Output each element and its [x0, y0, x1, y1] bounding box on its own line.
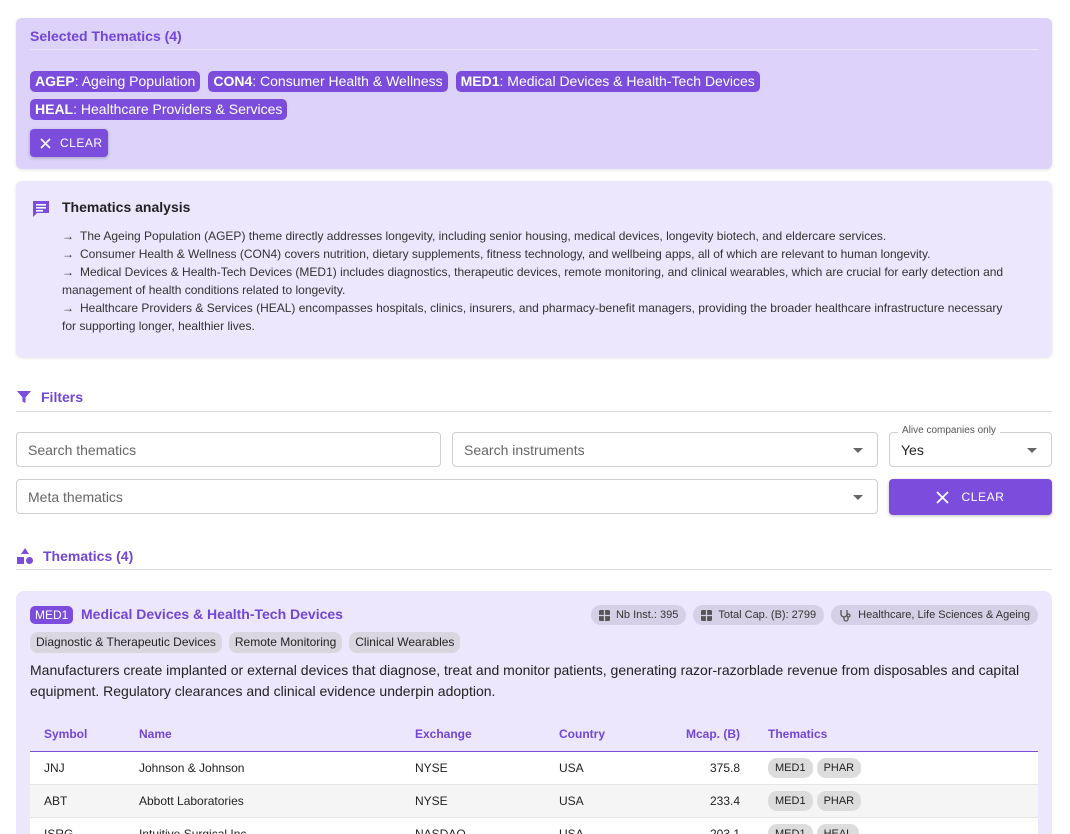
thematic-chip[interactable]: PHAR — [816, 790, 862, 811]
selected-thematics-title: Selected Thematics (4) — [30, 28, 182, 44]
chevron-down-icon — [853, 495, 863, 500]
thematic-stats: Nb Inst.: 395 Total Cap. (B): 2799 Healt… — [590, 605, 1038, 625]
cell-thematics: MED1 PHAR — [754, 751, 1038, 785]
close-icon — [936, 490, 950, 504]
selected-chip-agep[interactable]: AGEP: Ageing Population — [30, 71, 201, 92]
cell-country: USA — [545, 784, 649, 818]
table-row[interactable]: ABT Abbott Laboratories NYSE USA 233.4 M… — [30, 784, 1038, 818]
divider — [30, 49, 1038, 50]
close-icon — [40, 137, 51, 149]
thematic-title[interactable]: Medical Devices & Health-Tech Devices — [81, 606, 343, 622]
nb-instruments-label: Nb Inst.: 395 — [615, 609, 679, 621]
shapes-icon — [17, 548, 33, 564]
search-thematics-input[interactable]: Search thematics — [16, 432, 441, 467]
table-icon — [701, 609, 713, 621]
thematic-chip[interactable]: MED1 — [768, 823, 813, 834]
tag: Clinical Wearables — [349, 632, 461, 653]
column-header-exchange[interactable]: Exchange — [401, 717, 545, 752]
divider — [16, 411, 1052, 412]
divider — [16, 569, 1052, 570]
selected-chip-con4[interactable]: CON4: Consumer Health & Wellness — [208, 71, 448, 92]
thematics-analysis-panel: Thematics analysis The Ageing Population… — [16, 181, 1052, 357]
thematic-tags: Diagnostic & Therapeutic Devices Remote … — [30, 632, 461, 653]
thematic-chip[interactable]: HEAL — [816, 823, 860, 834]
thematic-chip[interactable]: MED1 — [768, 757, 813, 778]
thematic-chip[interactable]: PHAR — [816, 757, 862, 778]
search-instruments-placeholder: Search instruments — [464, 441, 585, 458]
cell-mcap: 203.1 — [649, 817, 754, 834]
cell-thematics: MED1 PHAR — [754, 784, 1038, 818]
table-row[interactable]: JNJ Johnson & Johnson NYSE USA 375.8 MED… — [30, 751, 1038, 785]
cell-symbol: ABT — [30, 784, 125, 818]
cell-symbol: ISRG — [30, 817, 125, 834]
analysis-list: The Ageing Population (AGEP) theme direc… — [62, 227, 1012, 335]
clear-label: CLEAR — [60, 136, 103, 150]
sector-badge: Healthcare, Life Sciences & Ageing — [831, 605, 1038, 625]
clear-selection-button[interactable]: CLEAR — [30, 129, 108, 157]
alive-companies-label: Alive companies only — [898, 425, 1000, 436]
sector-label: Healthcare, Life Sciences & Ageing — [858, 609, 1030, 621]
alive-companies-select[interactable]: Alive companies only Yes — [889, 425, 1052, 467]
thematic-code-badge: MED1 — [30, 606, 74, 624]
analysis-item: Medical Devices & Health-Tech Devices (M… — [62, 263, 1012, 299]
column-header-mcap[interactable]: Mcap. (B) — [649, 717, 754, 752]
thematic-card: MED1 Medical Devices & Health-Tech Devic… — [16, 591, 1052, 834]
meta-thematics-placeholder: Meta thematics — [28, 488, 123, 505]
analysis-title: Thematics analysis — [62, 199, 191, 215]
thematic-chip[interactable]: MED1 — [768, 790, 813, 811]
selected-chips-row: AGEP: Ageing Population CON4: Consumer H… — [30, 71, 760, 92]
clear-filters-button[interactable]: CLEAR — [889, 479, 1052, 515]
cell-symbol: JNJ — [30, 751, 125, 785]
analysis-item: The Ageing Population (AGEP) theme direc… — [62, 227, 1012, 245]
column-header-country[interactable]: Country — [545, 717, 649, 752]
cell-name: Intuitive Surgical Inc — [125, 817, 401, 834]
selected-chip-med1[interactable]: MED1: Medical Devices & Health-Tech Devi… — [455, 71, 760, 92]
analysis-item: Healthcare Providers & Services (HEAL) e… — [62, 299, 1012, 335]
filters-header: Filters — [16, 389, 83, 405]
stethoscope-icon — [840, 609, 851, 622]
meta-thematics-select[interactable]: Meta thematics — [16, 479, 878, 514]
thematic-description: Manufacturers create implanted or extern… — [30, 662, 1020, 699]
thematics-title: Thematics (4) — [43, 548, 134, 564]
column-header-thematics[interactable]: Thematics — [754, 717, 1038, 752]
cell-thematics: MED1 HEAL — [754, 817, 1038, 834]
table-header-row: Symbol Name Exchange Country Mcap. (B) T… — [30, 717, 1038, 752]
total-cap-badge: Total Cap. (B): 2799 — [693, 605, 825, 625]
search-instruments-select[interactable]: Search instruments — [452, 432, 878, 467]
alive-companies-value: Yes — [901, 441, 924, 458]
table-icon — [598, 609, 610, 621]
clear-label: CLEAR — [961, 490, 1005, 504]
column-header-name[interactable]: Name — [125, 717, 401, 752]
cell-country: USA — [545, 817, 649, 834]
comment-icon — [33, 201, 49, 217]
total-cap-label: Total Cap. (B): 2799 — [718, 609, 817, 621]
instruments-table: Symbol Name Exchange Country Mcap. (B) T… — [30, 717, 1038, 834]
thematics-header: Thematics (4) — [16, 547, 133, 565]
chevron-down-icon — [853, 448, 863, 453]
selected-chips-row: HEAL: Healthcare Providers & Services — [30, 99, 288, 120]
cell-mcap: 375.8 — [649, 751, 754, 785]
chevron-down-icon — [1027, 448, 1037, 453]
analysis-item: Consumer Health & Wellness (CON4) covers… — [62, 245, 1012, 263]
cell-mcap: 233.4 — [649, 784, 754, 818]
table-row[interactable]: ISRG Intuitive Surgical Inc NASDAQ USA 2… — [30, 817, 1038, 834]
tag: Diagnostic & Therapeutic Devices — [30, 632, 222, 653]
cell-exchange: NYSE — [401, 751, 545, 785]
search-thematics-placeholder: Search thematics — [28, 441, 137, 458]
cell-exchange: NYSE — [401, 784, 545, 818]
nb-instruments-badge: Nb Inst.: 395 — [590, 605, 687, 625]
cell-country: USA — [545, 751, 649, 785]
cell-name: Abbott Laboratories — [125, 784, 401, 818]
column-header-symbol[interactable]: Symbol — [30, 717, 125, 752]
tag: Remote Monitoring — [228, 632, 343, 653]
selected-thematics-panel: Selected Thematics (4) AGEP: Ageing Popu… — [16, 18, 1052, 169]
selected-chip-heal[interactable]: HEAL: Healthcare Providers & Services — [30, 99, 288, 120]
cell-name: Johnson & Johnson — [125, 751, 401, 785]
cell-exchange: NASDAQ — [401, 817, 545, 834]
filter-icon — [17, 391, 31, 403]
filters-title: Filters — [41, 389, 84, 405]
